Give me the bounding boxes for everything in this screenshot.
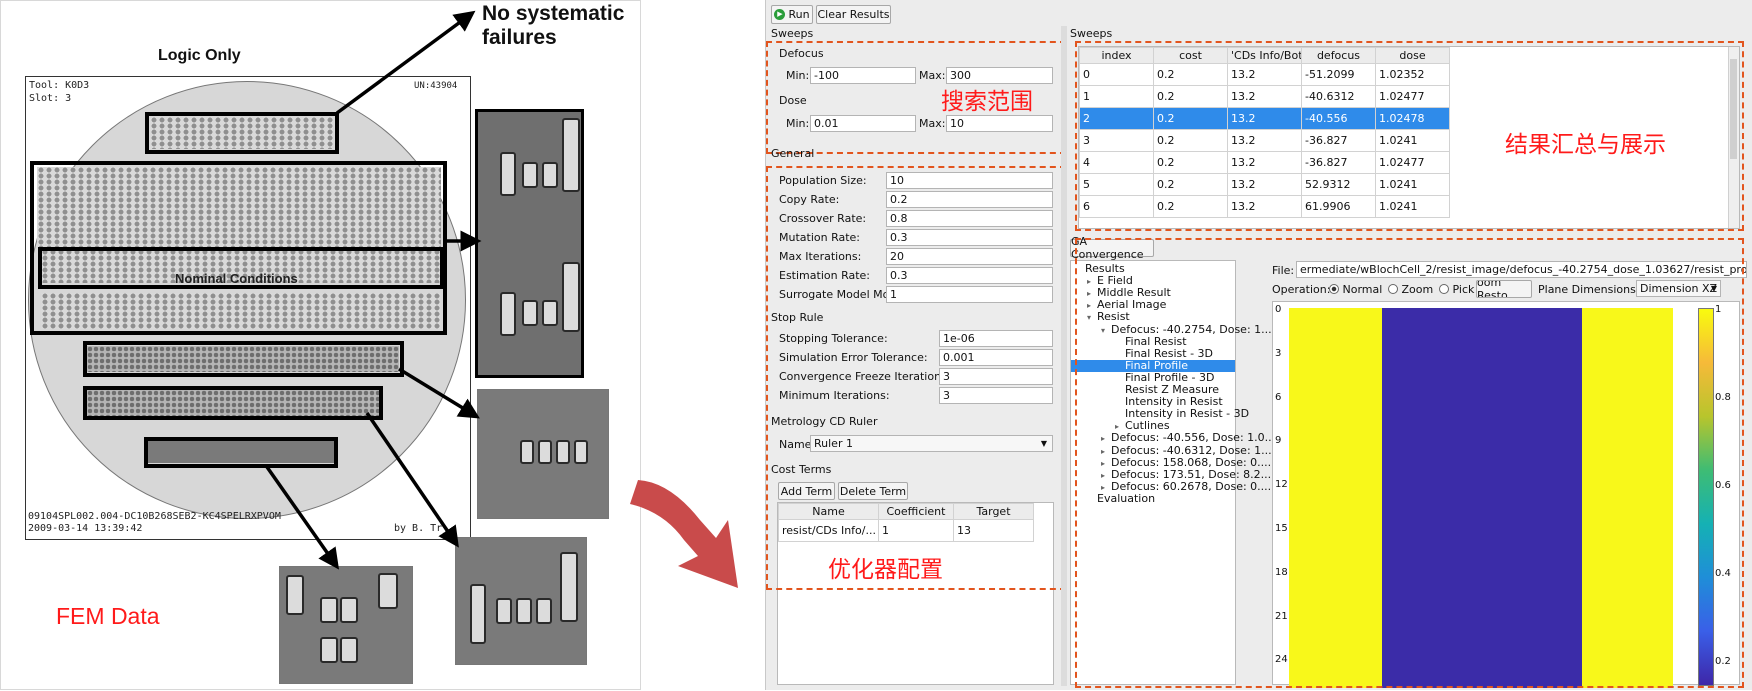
callout-arrows: [265, 10, 482, 570]
fem-data-figure: Logic Only No systematic failures Tool: …: [0, 0, 641, 690]
optimizer-config-annotation: 优化器配置: [828, 557, 943, 583]
fem-data-label: FEM Data: [56, 603, 160, 629]
clear-results-button[interactable]: Clear Results: [816, 5, 891, 24]
optimizer-app-window: ▶ Run Clear Results Sweeps Defocus Min: …: [765, 0, 1752, 690]
results-outline-bottom: [1075, 238, 1744, 688]
run-label: Run: [788, 8, 810, 21]
optimizer-config-outline: [766, 166, 1066, 590]
splitter[interactable]: [1061, 26, 1067, 686]
play-icon: ▶: [774, 9, 786, 20]
run-button[interactable]: ▶ Run: [771, 5, 813, 24]
sweeps-section-title: Sweeps: [771, 27, 814, 40]
general-section-title: General: [771, 147, 815, 160]
sweeps-table-title: Sweeps: [1070, 27, 1113, 40]
results-summary-annotation: 结果汇总与展示: [1505, 132, 1666, 158]
flow-arrow-icon: [630, 480, 738, 588]
search-range-annotation: 搜索范围: [941, 89, 1033, 115]
